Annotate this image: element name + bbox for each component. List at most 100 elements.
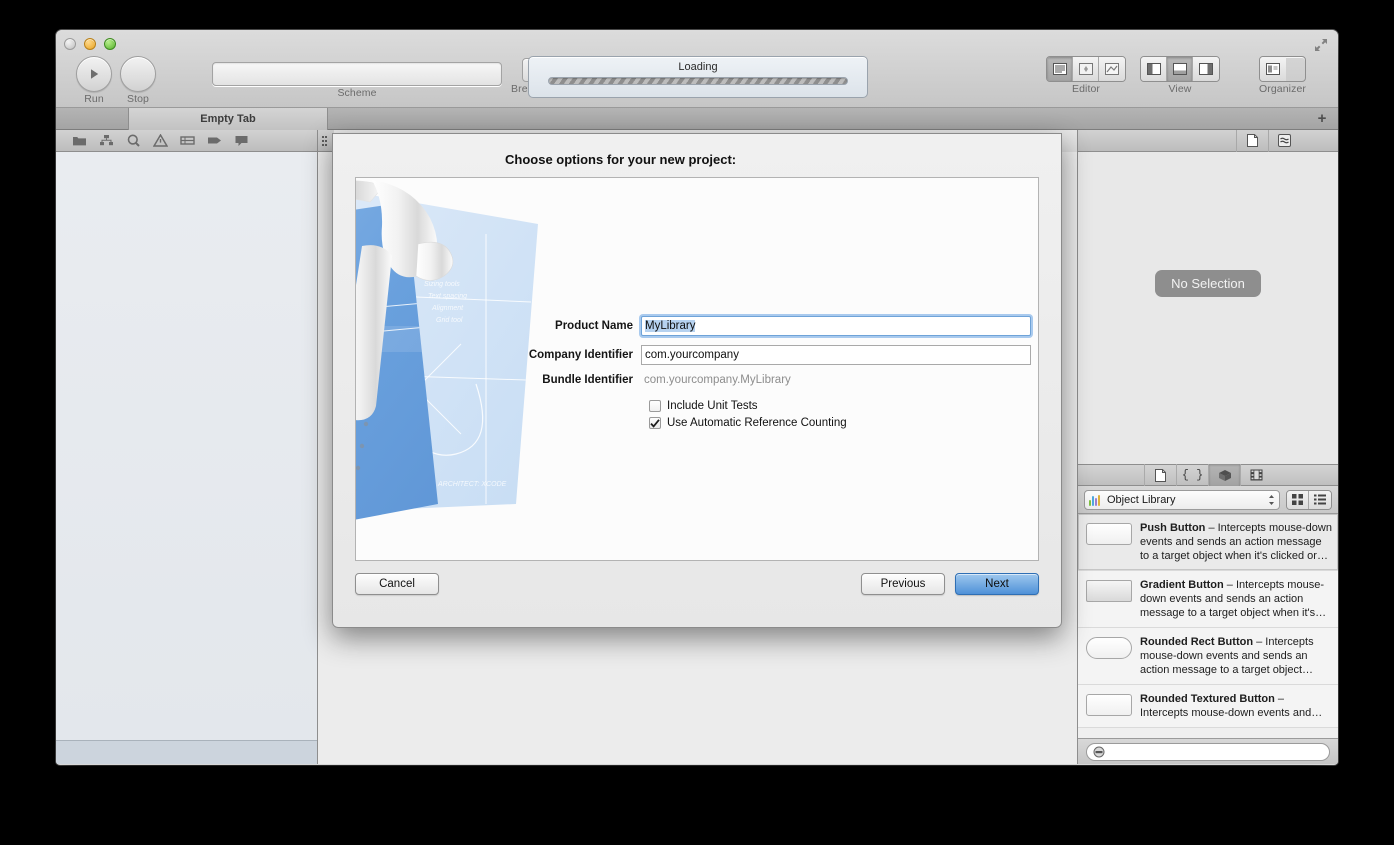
view-segmented-control[interactable] xyxy=(1140,56,1220,82)
bundle-identifier-label: Bundle Identifier xyxy=(542,374,633,386)
version-editor-icon[interactable] xyxy=(1099,57,1125,81)
previous-button[interactable]: Previous xyxy=(861,573,945,595)
library-chooser-label: Object Library xyxy=(1107,493,1176,506)
grid-view-icon[interactable] xyxy=(1287,490,1309,509)
checkmark-icon xyxy=(650,418,660,428)
sheet-button-row: Cancel Previous Next xyxy=(333,561,1061,595)
navigator-filter-bar[interactable] xyxy=(56,740,317,764)
company-identifier-label: Company Identifier xyxy=(528,349,633,361)
stop-label: Stop xyxy=(127,93,149,105)
xcode-window: Run Stop Scheme Break xyxy=(56,30,1338,765)
library-item-text: Gradient Button – Intercepts mouse-down … xyxy=(1140,578,1332,620)
product-name-input[interactable]: MyLibrary xyxy=(641,316,1031,336)
product-name-row: Product Name MyLibrary xyxy=(356,316,1038,336)
stop-icon[interactable] xyxy=(120,56,156,92)
include-unit-tests-row[interactable]: Include Unit Tests xyxy=(649,400,1038,412)
quick-help-inspector-icon[interactable] xyxy=(1268,129,1300,152)
use-arc-checkbox[interactable] xyxy=(649,417,661,429)
use-arc-label: Use Automatic Reference Counting xyxy=(667,417,847,429)
inspector-selector-bar[interactable] xyxy=(1078,129,1338,152)
minimize-button[interactable] xyxy=(84,38,96,50)
standard-editor-icon[interactable] xyxy=(1047,57,1073,81)
sheet-title: Choose options for your new project: xyxy=(505,152,737,167)
tab-bar: Empty Tab + xyxy=(56,108,1338,130)
toggle-utilities-icon[interactable] xyxy=(1193,57,1219,81)
use-arc-row[interactable]: Use Automatic Reference Counting xyxy=(649,417,1038,429)
library-selector-bar[interactable]: { } xyxy=(1078,464,1338,486)
close-button[interactable] xyxy=(64,38,76,50)
library-view-toggle[interactable] xyxy=(1286,489,1332,510)
file-template-library-icon[interactable] xyxy=(1144,464,1176,486)
project-options-form: Product Name MyLibrary Company Identifie… xyxy=(356,178,1038,560)
library-list[interactable]: Push Button – Intercepts mouse-down even… xyxy=(1078,514,1338,738)
media-library-icon[interactable] xyxy=(1240,464,1272,486)
view-toggle-group: View xyxy=(1140,56,1220,95)
project-navigator-icon xyxy=(73,137,86,146)
fullscreen-icon[interactable] xyxy=(1312,36,1330,54)
organizer-button[interactable] xyxy=(1258,56,1306,82)
library-item-title: Push Button xyxy=(1140,522,1206,534)
editor-segmented-control[interactable] xyxy=(1046,56,1126,82)
list-item[interactable]: Push Button – Intercepts mouse-down even… xyxy=(1078,514,1338,571)
assistant-editor-icon[interactable] xyxy=(1073,57,1099,81)
run-label: Run xyxy=(84,93,104,105)
company-identifier-input[interactable]: com.yourcompany xyxy=(641,345,1031,365)
activity-progress-bar xyxy=(548,77,848,85)
navigator-pane xyxy=(56,130,318,764)
editor-mode-group: Editor xyxy=(1046,56,1126,95)
inspector-content: No Selection xyxy=(1078,152,1338,464)
object-library-color-icon xyxy=(1089,494,1102,506)
no-selection-badge: No Selection xyxy=(1155,269,1261,297)
scheme-selector[interactable] xyxy=(212,62,502,86)
window-traffic-lights xyxy=(64,38,116,50)
product-name-label: Product Name xyxy=(555,320,633,332)
library-chooser-row: Object Library xyxy=(1078,486,1338,514)
add-tab-button[interactable]: + xyxy=(1314,111,1330,127)
library-item-title: Gradient Button xyxy=(1140,579,1224,591)
company-identifier-value: com.yourcompany xyxy=(645,349,739,361)
cancel-button[interactable]: Cancel xyxy=(355,573,439,595)
test-navigator-icon xyxy=(180,136,195,145)
sheet-panel: Transparency Effects Sizing tools Text s… xyxy=(355,177,1039,561)
list-item[interactable]: Rounded Textured Button – Intercepts mou… xyxy=(1078,685,1338,728)
company-identifier-row: Company Identifier com.yourcompany xyxy=(356,345,1038,365)
library-item-title: Rounded Textured Button xyxy=(1140,693,1275,705)
include-unit-tests-checkbox[interactable] xyxy=(649,400,661,412)
file-inspector-icon[interactable] xyxy=(1236,129,1268,152)
activity-title: Loading xyxy=(678,61,718,73)
library-search-field[interactable] xyxy=(1086,742,1330,761)
scheme-label: Scheme xyxy=(337,87,377,99)
navigator-content[interactable] xyxy=(56,152,317,740)
library-item-text: Rounded Textured Button – Intercepts mou… xyxy=(1140,692,1332,720)
organizer-icon[interactable] xyxy=(1259,57,1286,81)
toggle-debug-area-icon[interactable] xyxy=(1167,57,1193,81)
scheme-group: Scheme xyxy=(212,62,502,99)
breakpoint-navigator-icon xyxy=(208,137,221,144)
run-icon[interactable] xyxy=(76,56,112,92)
run-button[interactable]: Run xyxy=(76,56,112,105)
organizer-label: Organizer xyxy=(1258,83,1306,95)
bundle-identifier-row: Bundle Identifier com.yourcompany.MyLibr… xyxy=(356,374,1038,386)
library-search-row xyxy=(1078,738,1338,764)
list-item[interactable]: Gradient Button – Intercepts mouse-down … xyxy=(1078,571,1338,628)
library-popup-button[interactable]: Object Library xyxy=(1084,489,1280,510)
list-view-icon[interactable] xyxy=(1309,490,1331,509)
toggle-navigator-icon[interactable] xyxy=(1141,57,1167,81)
navigator-selector-bar[interactable] xyxy=(56,130,317,152)
list-item[interactable]: Rounded Rect Button – Intercepts mouse-d… xyxy=(1078,628,1338,685)
run-stop-group: Run Stop xyxy=(76,56,156,105)
bundle-identifier-value: com.yourcompany.MyLibrary xyxy=(644,374,791,386)
zoom-button[interactable] xyxy=(104,38,116,50)
library-item-text: Push Button – Intercepts mouse-down even… xyxy=(1140,521,1332,563)
stop-button[interactable]: Stop xyxy=(120,56,156,105)
view-label: View xyxy=(1168,83,1192,95)
tab-empty-tab[interactable]: Empty Tab xyxy=(128,108,328,130)
object-library-icon[interactable] xyxy=(1208,464,1240,486)
issue-navigator-icon xyxy=(153,134,168,147)
rounded-rect-button-thumbnail xyxy=(1086,637,1132,659)
rounded-textured-button-thumbnail xyxy=(1086,694,1132,716)
code-snippet-library-icon[interactable]: { } xyxy=(1176,464,1208,486)
utilities-pane: No Selection { } Object Library Push But… xyxy=(1078,129,1338,764)
next-button[interactable]: Next xyxy=(955,573,1039,595)
window-toolbar: Run Stop Scheme Break xyxy=(56,30,1338,108)
